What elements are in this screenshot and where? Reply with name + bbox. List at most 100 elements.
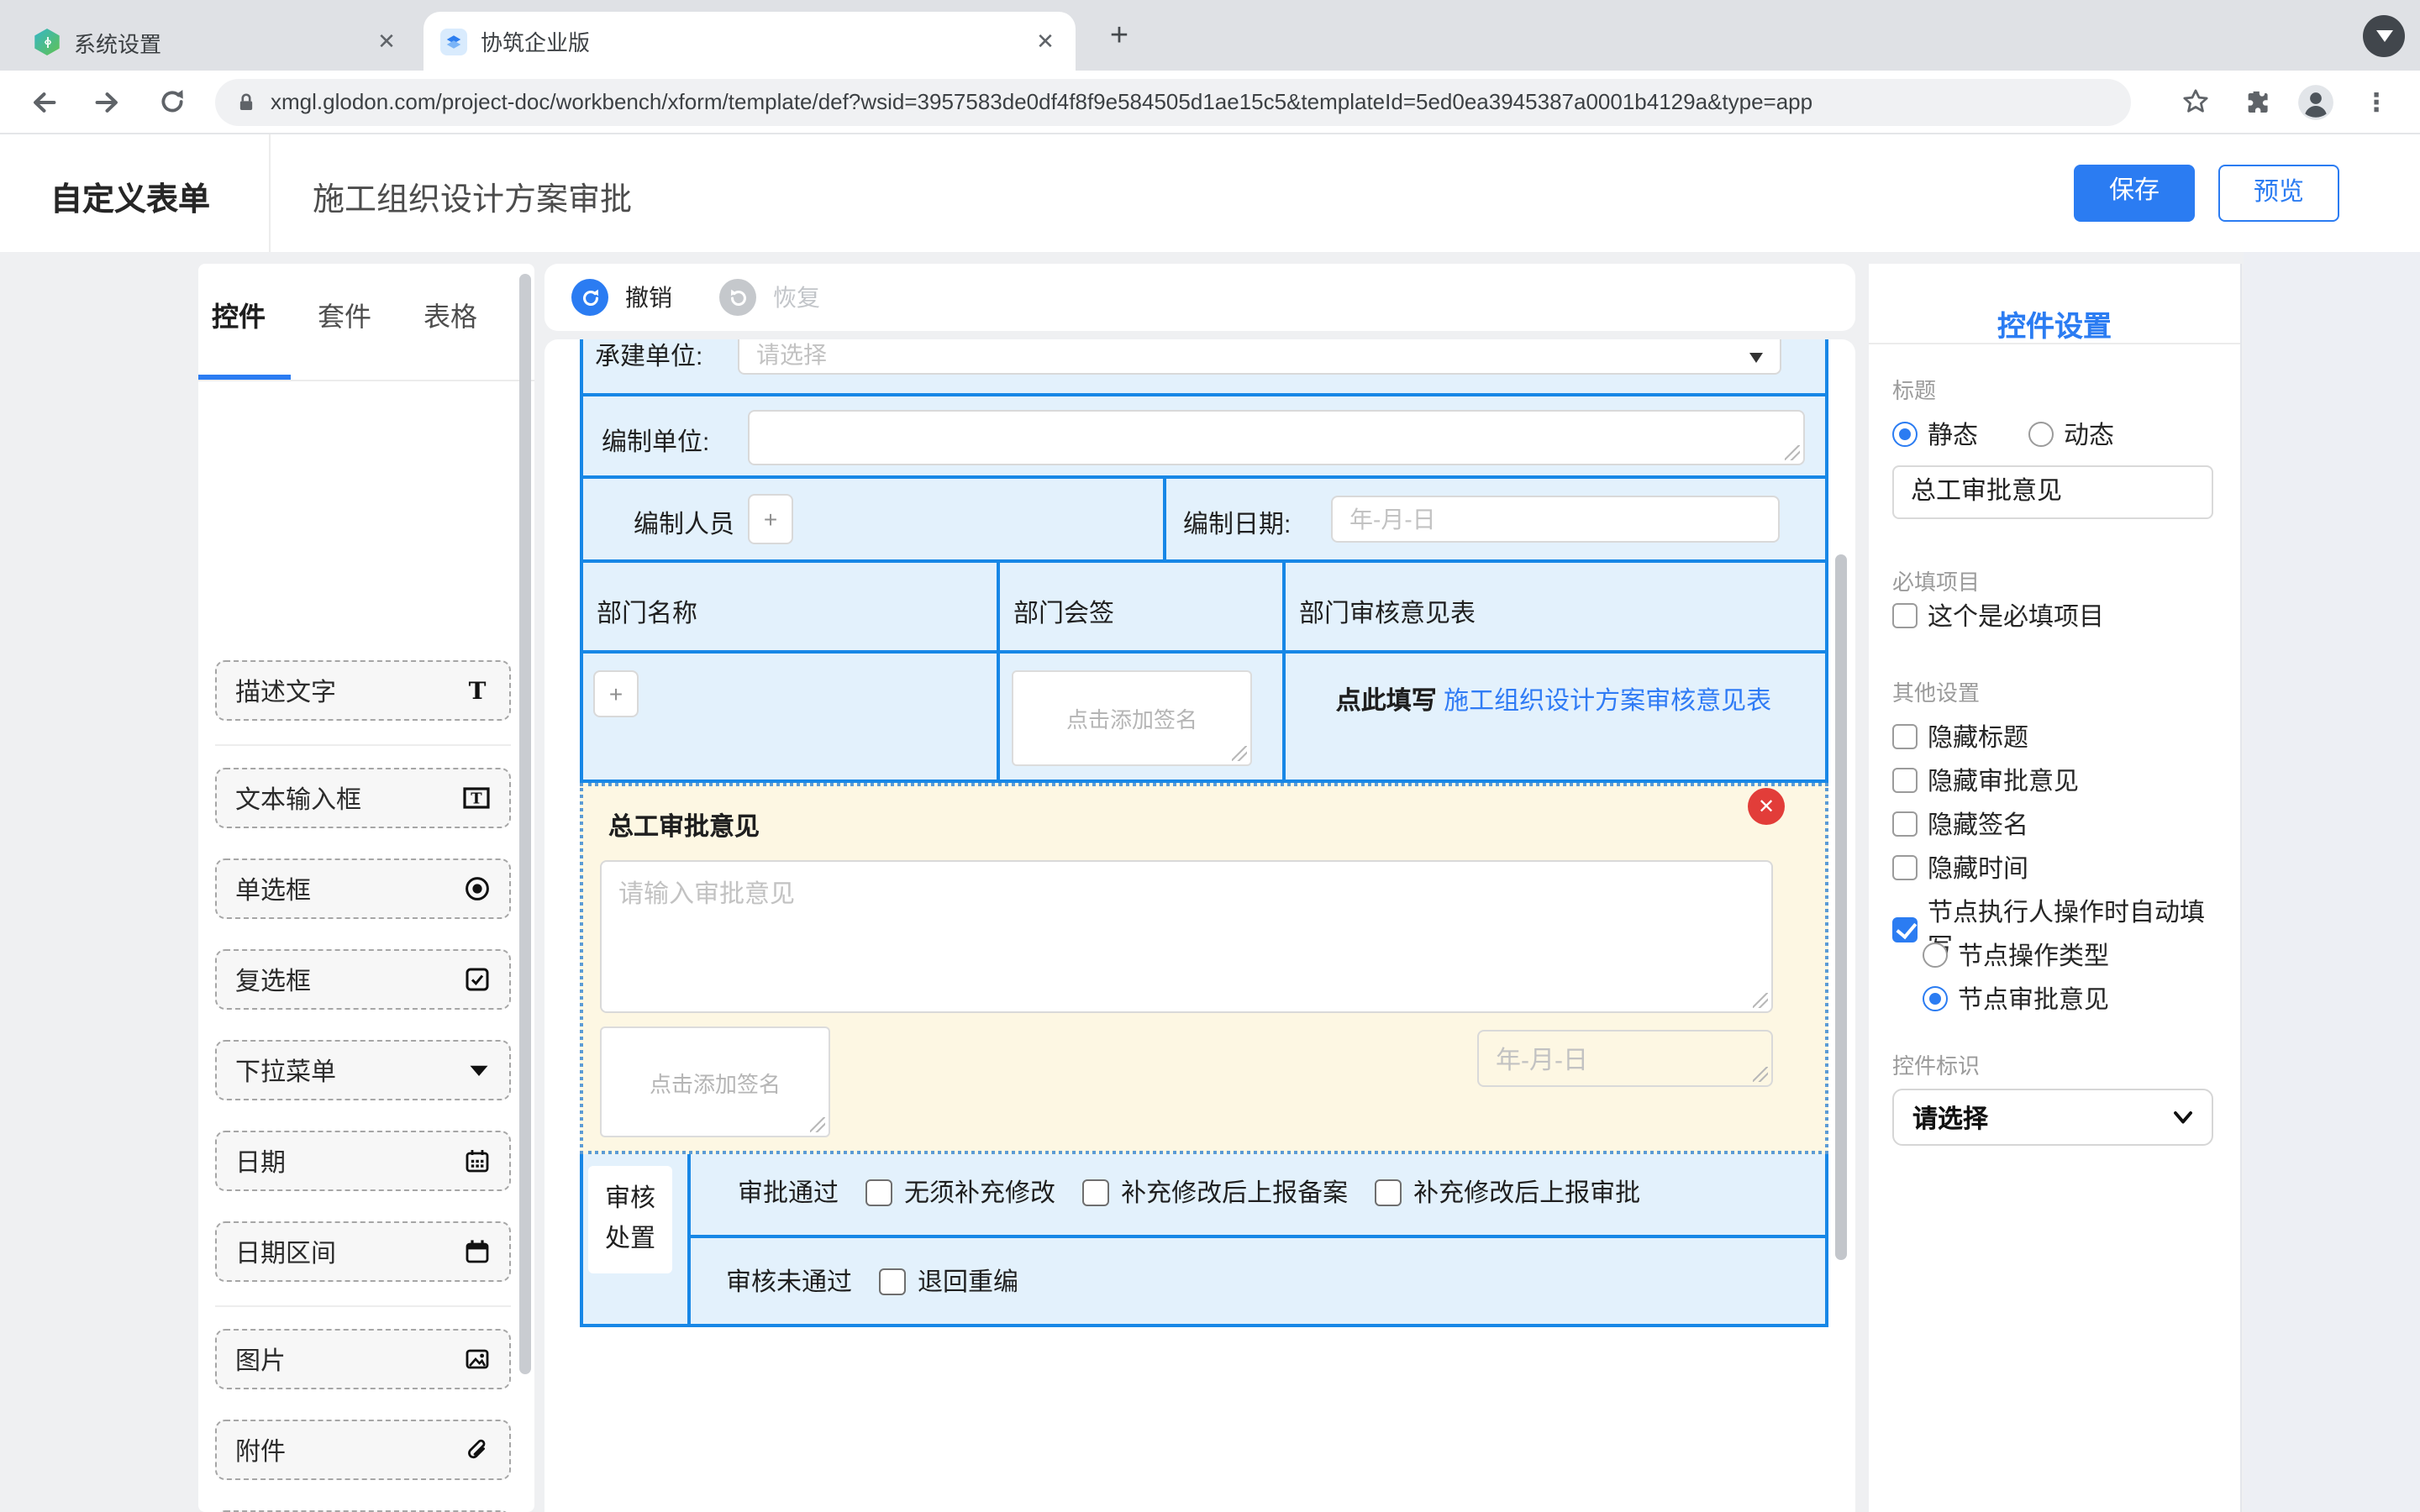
control-item-dropdown[interactable]: 下拉菜单 bbox=[215, 1040, 511, 1100]
sub-option-node-action-type[interactable]: 节点操作类型 bbox=[1923, 937, 2213, 973]
panel-divider bbox=[1869, 343, 2240, 344]
checkbox[interactable] bbox=[879, 1268, 906, 1294]
chevron-down-icon bbox=[2375, 30, 2392, 42]
checkbox[interactable] bbox=[865, 1179, 892, 1205]
row-table-headers: 部门名称 部门会签 部门审核意见表 bbox=[580, 563, 1828, 654]
control-item-checkbox[interactable]: 复选框 bbox=[215, 949, 511, 1010]
header-divider bbox=[269, 134, 271, 252]
pass-option[interactable]: 无须补充修改 bbox=[865, 1174, 1055, 1210]
control-item-description-text[interactable]: 描述文字 T bbox=[215, 660, 511, 721]
undo-label[interactable]: 撤销 bbox=[625, 281, 672, 314]
review-disposition-section: 审核 处置 审批通过 无须补充修改 补充修改后上报备案 补充修改后上报审批 审核… bbox=[580, 1154, 1828, 1327]
checkbox[interactable] bbox=[1375, 1179, 1402, 1205]
control-item-label: 单选框 bbox=[235, 871, 311, 906]
select-placeholder: 请选择 bbox=[756, 339, 827, 370]
title-section-label: 标题 bbox=[1892, 373, 1936, 405]
compile-unit-textarea[interactable] bbox=[748, 410, 1805, 465]
undo-button[interactable] bbox=[571, 279, 608, 316]
checkbox[interactable] bbox=[1892, 855, 1918, 880]
sub-option-node-opinion[interactable]: 节点审批意见 bbox=[1923, 981, 2213, 1016]
option-label: 退回重编 bbox=[918, 1263, 1018, 1299]
preview-button[interactable]: 预览 bbox=[2218, 165, 2339, 222]
section-date-input[interactable]: 年-月-日 bbox=[1477, 1030, 1773, 1087]
tab-title: 系统设置 bbox=[74, 26, 360, 58]
fill-review-line: 点此填写 施工组织设计方案审核意见表 bbox=[1282, 682, 1825, 717]
tab-tables[interactable]: 表格 bbox=[422, 264, 479, 380]
review-form-link[interactable]: 施工组织设计方案审核意见表 bbox=[1444, 687, 1771, 716]
contractor-select[interactable]: 请选择 bbox=[738, 339, 1781, 375]
group-divider bbox=[215, 744, 511, 746]
option-hide-time[interactable]: 隐藏时间 bbox=[1892, 850, 2213, 885]
checkbox-checked[interactable] bbox=[1892, 916, 1918, 942]
svg-text:T: T bbox=[471, 790, 482, 807]
calendar-icon bbox=[464, 1147, 491, 1174]
control-item-attachment[interactable]: 附件 bbox=[215, 1420, 511, 1480]
date-placeholder: 年-月-日 bbox=[1349, 502, 1436, 536]
bookmark-star-icon[interactable] bbox=[2175, 81, 2215, 122]
radio[interactable] bbox=[1923, 942, 1948, 968]
menu-dots-icon[interactable]: ⋮ bbox=[2356, 81, 2396, 122]
reload-button[interactable] bbox=[151, 81, 192, 122]
opinion-textarea[interactable]: 请输入审批意见 bbox=[600, 860, 1773, 1013]
checkbox[interactable] bbox=[1892, 724, 1918, 749]
xiezhu-favicon-icon bbox=[440, 28, 467, 55]
fill-prefix: 点此填写 bbox=[1336, 687, 1437, 716]
title-value-input[interactable]: 总工审批意见 bbox=[1892, 465, 2213, 519]
fail-option[interactable]: 退回重编 bbox=[879, 1263, 1018, 1299]
radio-selected[interactable] bbox=[1923, 986, 1948, 1011]
control-item-label: 附件 bbox=[235, 1432, 286, 1467]
back-button[interactable] bbox=[24, 81, 64, 122]
tab-kits[interactable]: 套件 bbox=[316, 264, 373, 380]
save-button[interactable]: 保存 bbox=[2074, 165, 2195, 222]
control-item-image[interactable]: 图片 bbox=[215, 1329, 511, 1389]
control-settings-panel: 控件设置 标题 静态 动态 总工审批意见 必填项目 这个是必填项目 其他设置 隐… bbox=[1869, 264, 2242, 1512]
radio-static[interactable] bbox=[1892, 422, 1918, 447]
add-compiler-button[interactable]: + bbox=[748, 494, 793, 544]
compile-unit-label: 编制单位: bbox=[602, 423, 709, 459]
section-signature-box[interactable]: 点击添加签名 bbox=[600, 1026, 830, 1137]
review-disposition-label-box[interactable]: 审核 处置 bbox=[588, 1166, 672, 1273]
option-hide-title[interactable]: 隐藏标题 bbox=[1892, 719, 2213, 754]
option-hide-opinion[interactable]: 隐藏审批意见 bbox=[1892, 763, 2213, 798]
sidebar-tabs: 控件 套件 表格 bbox=[198, 264, 534, 381]
identifier-select[interactable]: 请选择 bbox=[1892, 1089, 2213, 1146]
redo-button[interactable] bbox=[719, 279, 756, 316]
sidebar-scrollbar[interactable] bbox=[519, 274, 531, 1374]
delete-section-button[interactable]: ✕ bbox=[1748, 788, 1785, 825]
required-option[interactable]: 这个是必填项目 bbox=[1892, 598, 2213, 633]
forward-button[interactable] bbox=[87, 81, 128, 122]
tab-system-settings[interactable]: ‹|› 系统设置 ✕ bbox=[17, 13, 417, 71]
checkbox[interactable] bbox=[1892, 811, 1918, 837]
option-hide-signature[interactable]: 隐藏签名 bbox=[1892, 806, 2213, 842]
department-signature-box[interactable]: 点击添加签名 bbox=[1012, 670, 1252, 766]
close-icon[interactable]: ✕ bbox=[1032, 28, 1059, 55]
pass-option[interactable]: 补充修改后上报备案 bbox=[1082, 1174, 1348, 1210]
checkbox[interactable] bbox=[1082, 1179, 1109, 1205]
address-bar[interactable]: xmgl.glodon.com/project-doc/workbench/xf… bbox=[215, 78, 2131, 125]
selected-section-chief-opinion[interactable]: ✕ 总工审批意见 请输入审批意见 点击添加签名 年-月-日 bbox=[580, 783, 1828, 1154]
tab-xiezhu-enterprise[interactable]: 协筑企业版 ✕ bbox=[424, 12, 1076, 71]
chevron-down-icon bbox=[2173, 1110, 2193, 1125]
radio-dynamic[interactable] bbox=[2028, 422, 2054, 447]
close-icon[interactable]: ✕ bbox=[373, 29, 400, 55]
tab-search-button[interactable] bbox=[2363, 15, 2405, 57]
control-item-label: 文本输入框 bbox=[235, 780, 361, 816]
redo-label[interactable]: 恢复 bbox=[773, 281, 820, 314]
pass-option[interactable]: 补充修改后上报审批 bbox=[1375, 1174, 1640, 1210]
redo-icon bbox=[727, 286, 749, 308]
control-item-date[interactable]: 日期 bbox=[215, 1131, 511, 1191]
control-item-radio[interactable]: 单选框 bbox=[215, 858, 511, 919]
profile-avatar[interactable] bbox=[2296, 81, 2336, 122]
extensions-puzzle-icon[interactable] bbox=[2235, 81, 2275, 122]
row-compile-unit: 编制单位: bbox=[580, 396, 1828, 479]
checkbox[interactable] bbox=[1892, 768, 1918, 793]
control-item-text-input[interactable]: 文本输入框 T bbox=[215, 768, 511, 828]
select-value: 请选择 bbox=[1912, 1100, 1988, 1135]
checkbox[interactable] bbox=[1892, 603, 1918, 628]
new-tab-button[interactable]: + bbox=[1096, 15, 1143, 62]
add-department-button[interactable]: + bbox=[593, 670, 639, 717]
tab-controls[interactable]: 控件 bbox=[210, 264, 267, 380]
control-item-date-range[interactable]: 日期区间 bbox=[215, 1221, 511, 1282]
compile-date-input[interactable]: 年-月-日 bbox=[1331, 496, 1780, 543]
canvas-scrollbar[interactable] bbox=[1835, 554, 1847, 1260]
